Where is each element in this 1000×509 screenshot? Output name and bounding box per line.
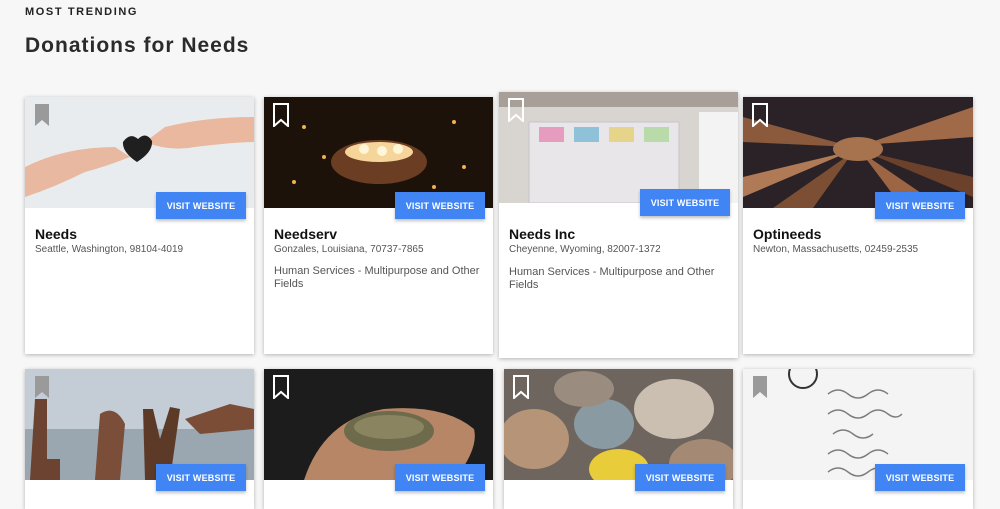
- visit-website-button[interactable]: VISIT WEBSITE: [635, 464, 725, 491]
- org-name: Needserv: [274, 226, 338, 242]
- org-address: Newton, Massachusetts, 02459-2535: [753, 244, 919, 255]
- org-card[interactable]: VISIT WEBSITE: [743, 369, 973, 509]
- org-card[interactable]: VISIT WEBSITE Optineeds Newton, Massachu…: [743, 97, 973, 354]
- org-name: Needs: [35, 226, 78, 242]
- org-address: Cheyenne, Wyoming, 82007-1372: [509, 244, 661, 255]
- visit-website-button[interactable]: VISIT WEBSITE: [875, 192, 965, 219]
- org-card[interactable]: VISIT WEBSITE Needserv Gonzales, Louisia…: [264, 97, 493, 354]
- org-category: Human Services - Multipurpose and Other …: [274, 265, 480, 290]
- bookmark-icon[interactable]: [33, 375, 51, 399]
- section-eyebrow: MOST TRENDING: [25, 6, 139, 18]
- bookmark-icon[interactable]: [751, 375, 769, 399]
- bookmark-icon[interactable]: [751, 103, 769, 127]
- visit-website-button[interactable]: VISIT WEBSITE: [640, 189, 730, 216]
- section-title: Donations for Needs: [25, 34, 250, 57]
- org-category: Human Services - Multipurpose and Other …: [509, 266, 715, 291]
- org-address: Gonzales, Louisiana, 70737-7865: [274, 244, 424, 255]
- bookmark-icon[interactable]: [272, 103, 290, 127]
- org-card[interactable]: VISIT WEBSITE Needs Seattle, Washington,…: [25, 97, 254, 354]
- visit-website-button[interactable]: VISIT WEBSITE: [156, 464, 246, 491]
- org-name: Needs Inc: [509, 226, 576, 242]
- bookmark-icon[interactable]: [512, 375, 530, 399]
- donation-boxes-photo: [499, 92, 738, 203]
- visit-website-button[interactable]: VISIT WEBSITE: [875, 464, 965, 491]
- visit-website-button[interactable]: VISIT WEBSITE: [395, 192, 485, 219]
- org-card[interactable]: VISIT WEBSITE: [504, 369, 733, 509]
- visit-website-button[interactable]: VISIT WEBSITE: [395, 464, 485, 491]
- bookmark-icon[interactable]: [272, 375, 290, 399]
- org-address: Seattle, Washington, 98104-4019: [35, 244, 184, 255]
- org-card[interactable]: VISIT WEBSITE: [264, 369, 493, 509]
- org-name: Optineeds: [753, 226, 822, 242]
- bookmark-icon[interactable]: [33, 103, 51, 127]
- visit-website-button[interactable]: VISIT WEBSITE: [156, 192, 246, 219]
- bookmark-icon[interactable]: [507, 98, 525, 122]
- org-card[interactable]: VISIT WEBSITE: [25, 369, 254, 509]
- org-card[interactable]: VISIT WEBSITE Needs Inc Cheyenne, Wyomin…: [499, 92, 738, 358]
